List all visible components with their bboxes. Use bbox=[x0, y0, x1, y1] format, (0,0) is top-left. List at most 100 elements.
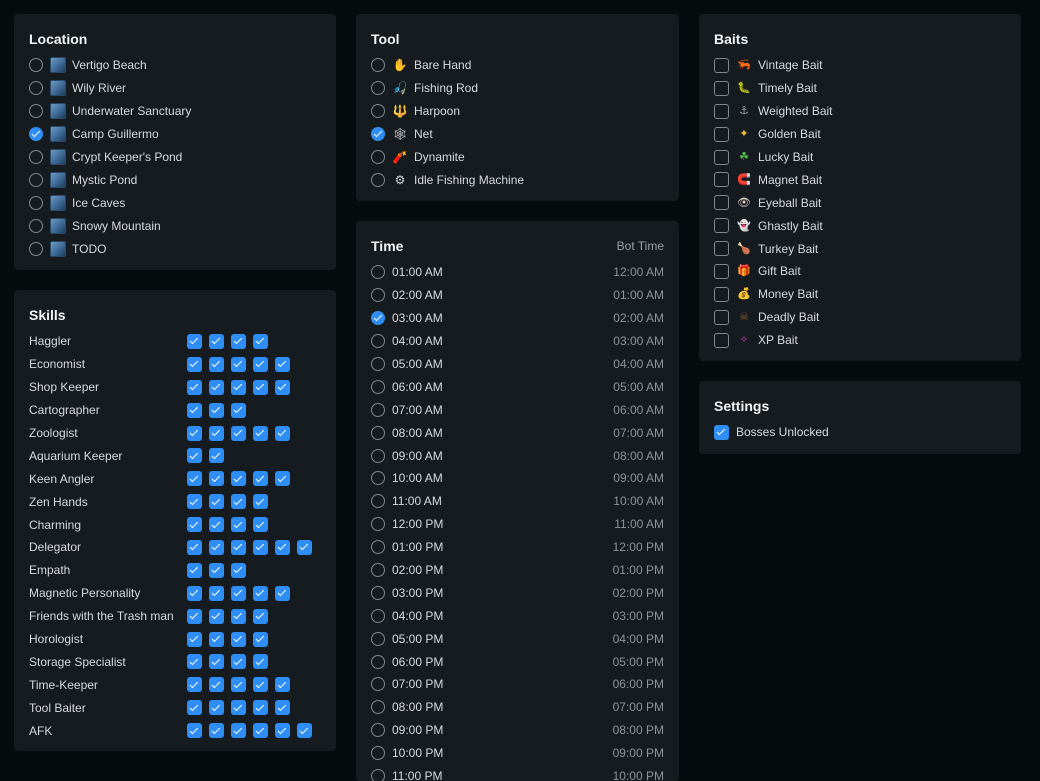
settings-option[interactable]: Bosses Unlocked bbox=[714, 421, 1006, 444]
skill-level-checkbox[interactable] bbox=[209, 379, 224, 395]
skill-level-checkbox[interactable] bbox=[187, 333, 202, 349]
skill-level-checkbox[interactable] bbox=[209, 494, 224, 510]
skill-level-checkbox[interactable] bbox=[187, 608, 202, 624]
time-radio[interactable] bbox=[371, 494, 385, 509]
skill-level-checkbox[interactable] bbox=[187, 425, 202, 441]
tool-radio[interactable] bbox=[371, 127, 385, 142]
time-option[interactable]: 07:00 PM 06:00 PM bbox=[371, 673, 664, 696]
skill-level-checkbox[interactable] bbox=[231, 677, 246, 693]
skill-level-checkbox[interactable] bbox=[209, 539, 224, 555]
location-radio[interactable] bbox=[29, 218, 43, 233]
skill-level-checkbox[interactable] bbox=[275, 539, 290, 555]
time-option[interactable]: 10:00 AM 09:00 AM bbox=[371, 467, 664, 490]
bait-option[interactable]: ☠ Deadly Bait bbox=[714, 306, 1006, 329]
tool-option[interactable]: 🔱 Harpoon bbox=[371, 100, 664, 123]
skill-level-checkbox[interactable] bbox=[187, 517, 202, 533]
skill-level-checkbox[interactable] bbox=[187, 402, 202, 418]
tool-radio[interactable] bbox=[371, 104, 385, 119]
bait-option[interactable]: 💰 Money Bait bbox=[714, 283, 1006, 306]
location-radio[interactable] bbox=[29, 104, 43, 119]
time-option[interactable]: 09:00 PM 08:00 PM bbox=[371, 719, 664, 742]
skill-level-checkbox[interactable] bbox=[187, 677, 202, 693]
skill-level-checkbox[interactable] bbox=[209, 425, 224, 441]
location-option[interactable]: Ice Caves bbox=[29, 191, 321, 214]
location-radio[interactable] bbox=[29, 195, 43, 210]
time-radio[interactable] bbox=[371, 402, 385, 417]
skill-level-checkbox[interactable] bbox=[253, 631, 268, 647]
bait-checkbox[interactable] bbox=[714, 149, 729, 165]
skill-level-checkbox[interactable] bbox=[275, 585, 290, 601]
time-radio[interactable] bbox=[371, 357, 385, 371]
skill-level-checkbox[interactable] bbox=[231, 723, 246, 739]
bait-checkbox[interactable] bbox=[714, 80, 729, 96]
time-radio[interactable] bbox=[371, 654, 385, 669]
skill-level-checkbox[interactable] bbox=[275, 700, 290, 716]
skill-level-checkbox[interactable] bbox=[275, 425, 290, 441]
bait-checkbox[interactable] bbox=[714, 218, 729, 234]
time-option[interactable]: 02:00 AM 01:00 AM bbox=[371, 284, 664, 307]
skill-level-checkbox[interactable] bbox=[231, 654, 246, 670]
tool-option[interactable]: 🧨 Dynamite bbox=[371, 146, 664, 169]
location-option[interactable]: Snowy Mountain bbox=[29, 214, 321, 237]
bait-checkbox[interactable] bbox=[714, 309, 729, 325]
bait-option[interactable]: 🎁 Gift Bait bbox=[714, 260, 1006, 283]
tool-radio[interactable] bbox=[371, 150, 385, 164]
skill-level-checkbox[interactable] bbox=[253, 379, 268, 395]
time-option[interactable]: 01:00 PM 12:00 PM bbox=[371, 536, 664, 559]
skill-level-checkbox[interactable] bbox=[209, 562, 224, 578]
skill-level-checkbox[interactable] bbox=[187, 379, 202, 395]
tool-radio[interactable] bbox=[371, 81, 385, 96]
skill-level-checkbox[interactable] bbox=[187, 723, 202, 739]
location-option[interactable]: Crypt Keeper's Pond bbox=[29, 146, 321, 169]
skill-level-checkbox[interactable] bbox=[231, 517, 246, 533]
bait-option[interactable]: ✧ XP Bait bbox=[714, 329, 1006, 352]
location-radio[interactable] bbox=[29, 150, 43, 164]
time-radio[interactable] bbox=[371, 608, 385, 623]
time-radio[interactable] bbox=[371, 265, 385, 280]
skill-level-checkbox[interactable] bbox=[209, 677, 224, 693]
time-radio[interactable] bbox=[371, 288, 385, 303]
skill-level-checkbox[interactable] bbox=[231, 333, 246, 349]
time-radio[interactable] bbox=[371, 471, 385, 486]
time-option[interactable]: 10:00 PM 09:00 PM bbox=[371, 742, 664, 765]
time-option[interactable]: 05:00 PM 04:00 PM bbox=[371, 627, 664, 650]
skill-level-checkbox[interactable] bbox=[209, 700, 224, 716]
bait-option[interactable]: 🧲 Magnet Bait bbox=[714, 168, 1006, 191]
time-option[interactable]: 11:00 PM 10:00 PM bbox=[371, 765, 664, 781]
skill-level-checkbox[interactable] bbox=[209, 631, 224, 647]
skill-level-checkbox[interactable] bbox=[187, 356, 202, 372]
bait-checkbox[interactable] bbox=[714, 57, 729, 73]
skill-level-checkbox[interactable] bbox=[231, 379, 246, 395]
time-radio[interactable] bbox=[371, 585, 385, 600]
skill-level-checkbox[interactable] bbox=[209, 517, 224, 533]
time-radio[interactable] bbox=[371, 631, 385, 646]
bait-option[interactable]: 🦐 Vintage Bait bbox=[714, 54, 1006, 77]
time-option[interactable]: 02:00 PM 01:00 PM bbox=[371, 559, 664, 582]
tool-option[interactable]: 🎣 Fishing Rod bbox=[371, 77, 664, 100]
time-radio[interactable] bbox=[371, 563, 385, 578]
skill-level-checkbox[interactable] bbox=[209, 402, 224, 418]
tool-option[interactable]: ✋ Bare Hand bbox=[371, 54, 664, 77]
time-option[interactable]: 03:00 AM 02:00 AM bbox=[371, 307, 664, 330]
time-option[interactable]: 09:00 AM 08:00 AM bbox=[371, 444, 664, 467]
skill-level-checkbox[interactable] bbox=[209, 471, 224, 487]
bait-checkbox[interactable] bbox=[714, 103, 729, 119]
skill-level-checkbox[interactable] bbox=[209, 333, 224, 349]
time-option[interactable]: 11:00 AM 10:00 AM bbox=[371, 490, 664, 513]
skill-level-checkbox[interactable] bbox=[253, 471, 268, 487]
skill-level-checkbox[interactable] bbox=[187, 494, 202, 510]
time-option[interactable]: 08:00 AM 07:00 AM bbox=[371, 421, 664, 444]
location-radio[interactable] bbox=[29, 58, 43, 73]
skill-level-checkbox[interactable] bbox=[209, 585, 224, 601]
location-radio[interactable] bbox=[29, 241, 43, 256]
skill-level-checkbox[interactable] bbox=[275, 723, 290, 739]
skill-level-checkbox[interactable] bbox=[297, 539, 312, 555]
location-option[interactable]: Camp Guillermo bbox=[29, 123, 321, 146]
bait-option[interactable]: ⚓ Weighted Bait bbox=[714, 100, 1006, 123]
location-radio[interactable] bbox=[29, 127, 43, 142]
time-option[interactable]: 08:00 PM 07:00 PM bbox=[371, 696, 664, 719]
time-radio[interactable] bbox=[371, 769, 385, 781]
time-option[interactable]: 12:00 PM 11:00 AM bbox=[371, 513, 664, 536]
skill-level-checkbox[interactable] bbox=[253, 677, 268, 693]
skill-level-checkbox[interactable] bbox=[231, 494, 246, 510]
